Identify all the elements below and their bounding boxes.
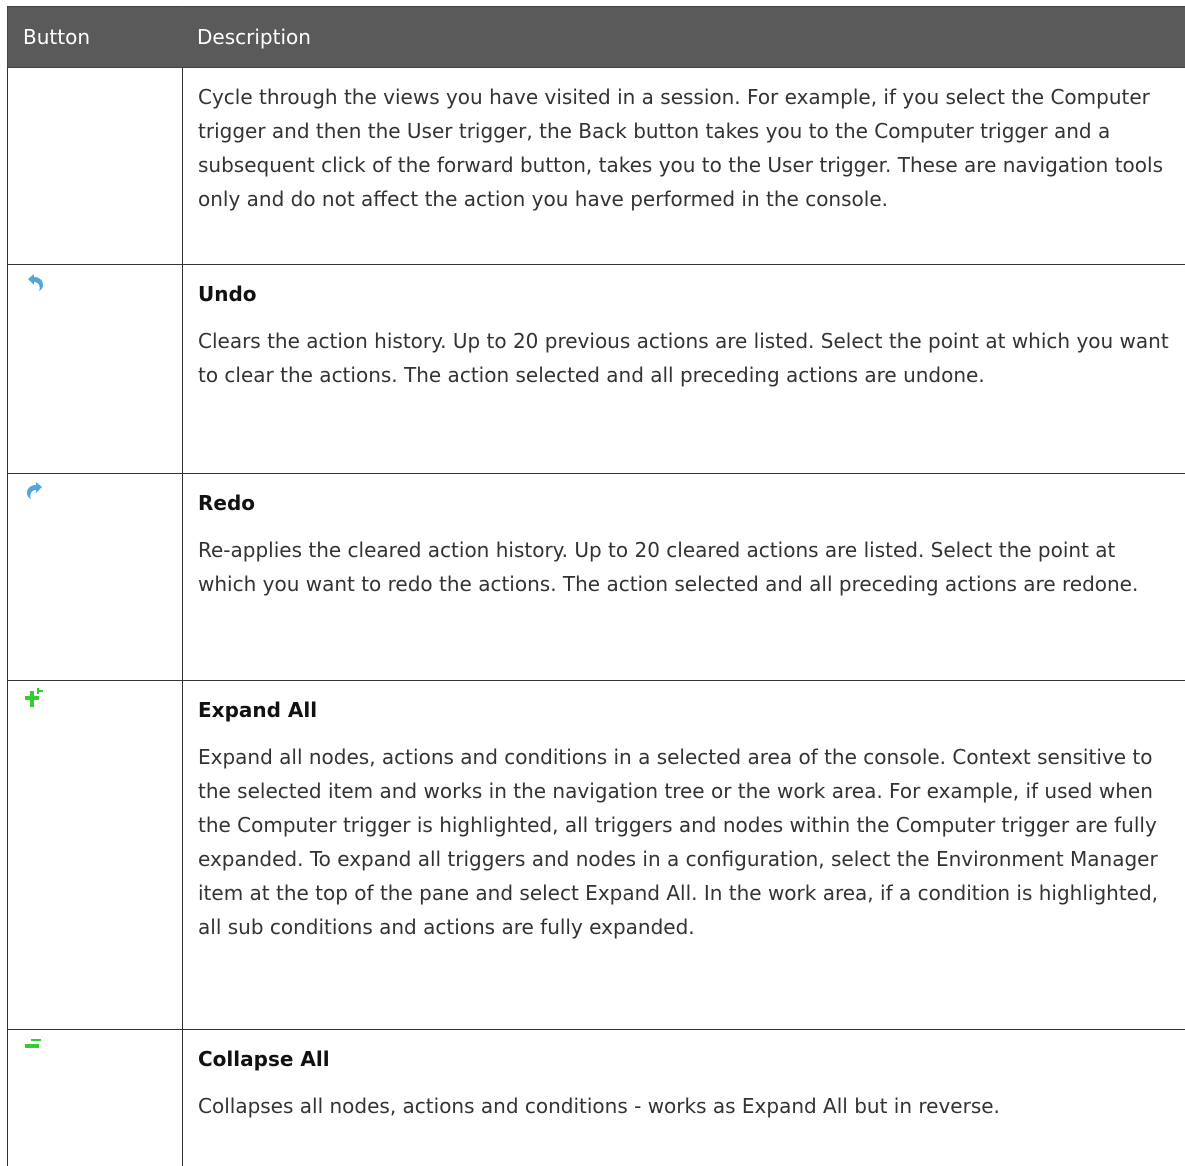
button-cell xyxy=(8,265,183,474)
description-cell: Collapse All Collapses all nodes, action… xyxy=(183,1030,1185,1166)
row-title: Expand All xyxy=(198,693,1172,727)
table-row: Collapse All Collapses all nodes, action… xyxy=(8,1030,1185,1166)
button-cell xyxy=(8,681,183,1030)
description-cell: Undo Clears the action history. Up to 20… xyxy=(183,265,1185,474)
row-title: Collapse All xyxy=(198,1042,1172,1076)
button-cell xyxy=(8,474,183,681)
table-row: Redo Re-applies the cleared action histo… xyxy=(8,474,1185,681)
description-cell: Redo Re-applies the cleared action histo… xyxy=(183,474,1185,681)
table-row: Expand All Expand all nodes, actions and… xyxy=(8,681,1185,1030)
row-description: Re-applies the cleared action history. U… xyxy=(198,533,1172,601)
row-title: Redo xyxy=(198,486,1172,520)
column-header-button: Button xyxy=(8,7,183,68)
button-reference-table-wrap: Button Description Cycle through the vie… xyxy=(7,6,1185,1166)
undo-icon xyxy=(24,271,46,293)
redo-icon xyxy=(24,480,46,502)
expand-all-icon xyxy=(24,687,46,709)
column-header-description: Description xyxy=(183,7,1185,68)
button-reference-table: Button Description Cycle through the vie… xyxy=(7,6,1185,1166)
description-cell: Expand All Expand all nodes, actions and… xyxy=(183,681,1185,1030)
table-row: Cycle through the views you have visited… xyxy=(8,68,1185,265)
button-cell xyxy=(8,68,183,265)
table-row: Undo Clears the action history. Up to 20… xyxy=(8,265,1185,474)
row-description: Expand all nodes, actions and conditions… xyxy=(198,740,1172,944)
row-description: Clears the action history. Up to 20 prev… xyxy=(198,324,1172,392)
button-cell xyxy=(8,1030,183,1166)
row-title: Undo xyxy=(198,277,1172,311)
row-description: Cycle through the views you have visited… xyxy=(198,80,1172,216)
table-header-row: Button Description xyxy=(8,7,1185,68)
row-description: Collapses all nodes, actions and conditi… xyxy=(198,1089,1172,1123)
collapse-all-icon xyxy=(24,1036,46,1058)
description-cell: Cycle through the views you have visited… xyxy=(183,68,1185,265)
